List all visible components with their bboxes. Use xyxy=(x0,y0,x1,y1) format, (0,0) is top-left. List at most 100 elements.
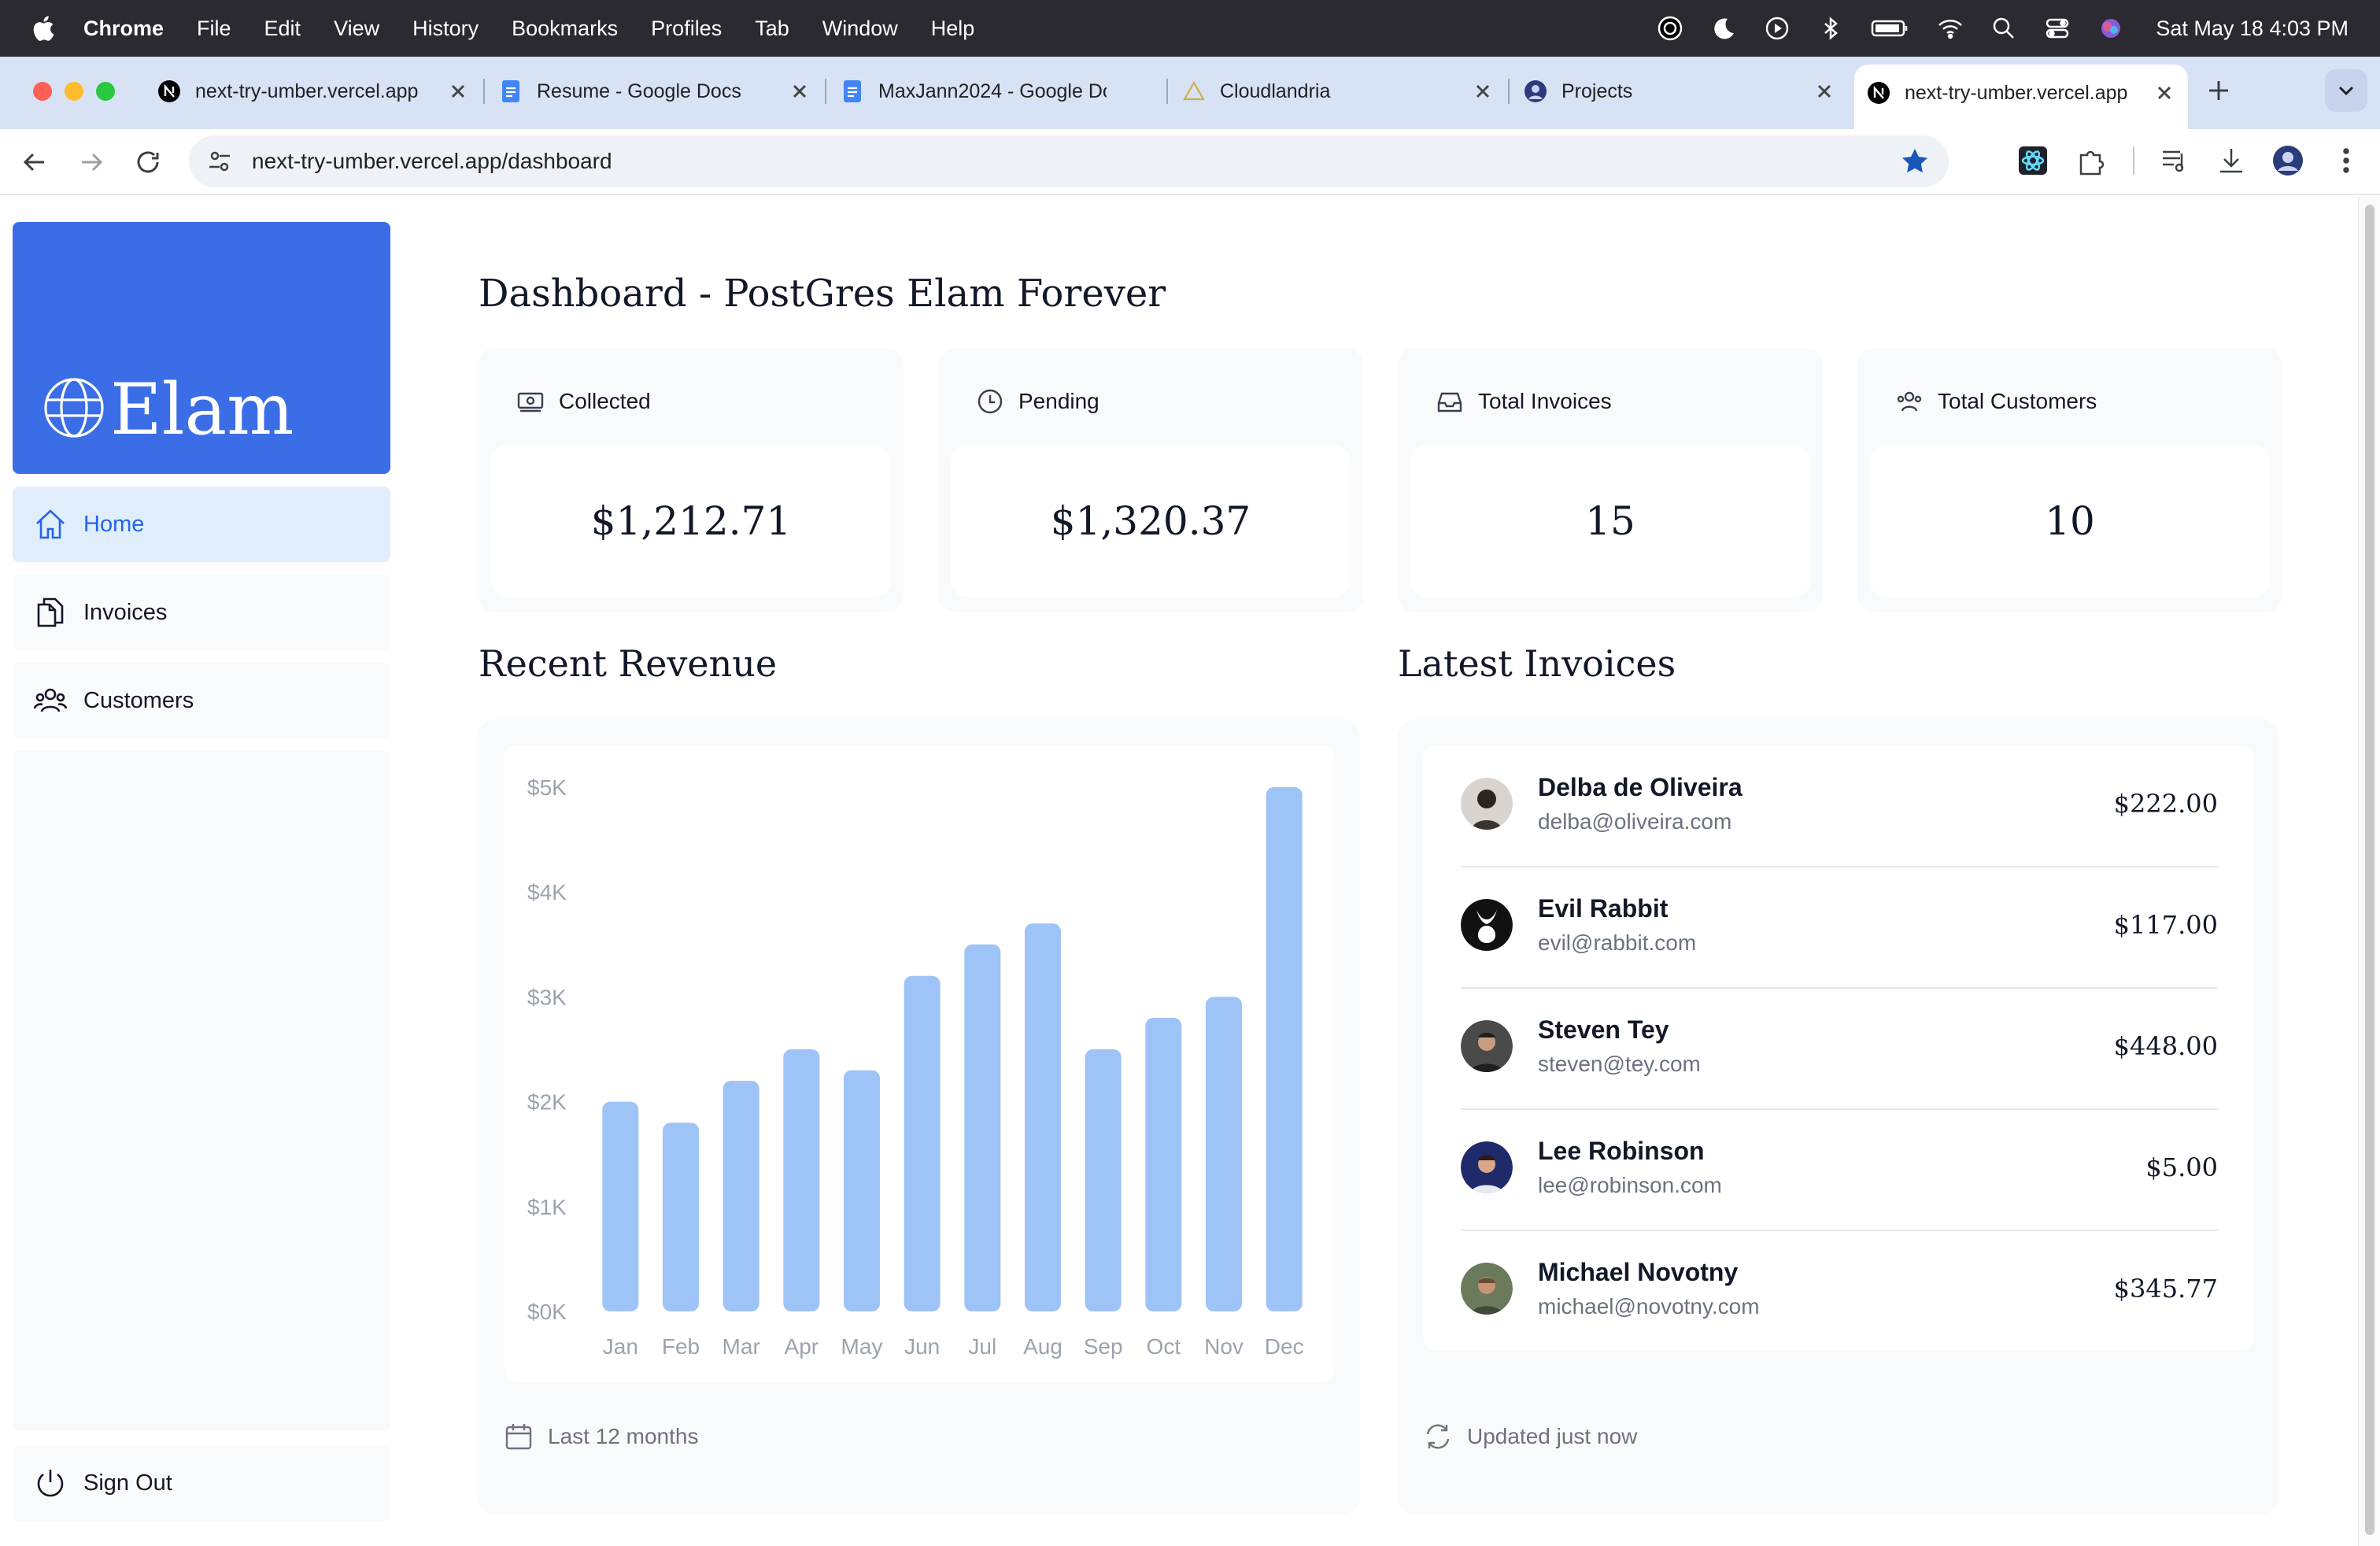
tab-search-button[interactable] xyxy=(2325,69,2367,112)
menu-window[interactable]: Window xyxy=(822,17,898,41)
tab-title: Projects xyxy=(1561,80,1633,102)
back-arrow-icon[interactable] xyxy=(19,146,50,178)
invoice-row[interactable]: Evil Rabbit evil@rabbit.com $117.00 xyxy=(1461,866,2218,987)
x-tick-label: Jul xyxy=(968,1334,996,1359)
menu-help[interactable]: Help xyxy=(931,17,975,41)
customer-name: Michael Novotny xyxy=(1538,1258,1739,1286)
react-devtools-icon[interactable] xyxy=(2016,144,2049,177)
revenue-bar-aug[interactable] xyxy=(1025,923,1061,1311)
window-close-button[interactable] xyxy=(33,82,52,101)
tab-close-icon[interactable] xyxy=(789,80,811,102)
brand-name: Elam xyxy=(110,368,294,451)
window-minimize-button[interactable] xyxy=(65,82,83,101)
menu-view[interactable]: View xyxy=(334,17,379,41)
media-queue-icon[interactable] xyxy=(2158,144,2191,177)
sidebar-item-customers[interactable]: Customers xyxy=(13,663,390,738)
revenue-bar-may[interactable] xyxy=(844,1070,880,1311)
revenue-bar-dec[interactable] xyxy=(1266,787,1303,1311)
battery-icon[interactable] xyxy=(1871,15,1910,42)
customer-name: Evil Rabbit xyxy=(1538,894,1669,923)
tab-resume-docs[interactable]: Resume - Google Docs xyxy=(499,68,811,115)
window-zoom-button[interactable] xyxy=(96,82,115,101)
revenue-bar-mar[interactable] xyxy=(722,1080,759,1311)
tab-close-icon[interactable] xyxy=(1813,80,1835,102)
tab-projects[interactable]: Projects xyxy=(1524,68,1835,115)
reload-icon[interactable] xyxy=(132,146,164,178)
address-url[interactable]: next-try-umber.vercel.app/dashboard xyxy=(252,149,612,174)
sign-out-button[interactable]: Sign Out xyxy=(13,1445,390,1521)
address-bar[interactable]: next-try-umber.vercel.app/dashboard xyxy=(189,135,1949,187)
menu-file[interactable]: File xyxy=(197,17,231,41)
sidebar-item-home[interactable]: Home xyxy=(13,486,390,562)
brand-logo[interactable]: Elam xyxy=(13,222,390,474)
download-icon[interactable] xyxy=(2215,144,2248,177)
menu-profiles[interactable]: Profiles xyxy=(651,17,722,41)
scrollbar-thumb[interactable] xyxy=(2365,205,2374,1535)
menu-edit[interactable]: Edit xyxy=(264,17,301,41)
forward-arrow-icon[interactable] xyxy=(76,146,107,178)
menu-tab[interactable]: Tab xyxy=(755,17,789,41)
home-icon xyxy=(36,509,65,539)
users-icon xyxy=(1897,391,1922,412)
bluetooth-icon[interactable] xyxy=(1817,15,1844,42)
invoices-footer-label: Updated just now xyxy=(1467,1424,1638,1448)
card-pending: Pending $1,320.37 xyxy=(938,348,1363,612)
play-icon[interactable] xyxy=(1764,15,1791,42)
revenue-bar-jul[interactable] xyxy=(964,944,1001,1311)
control-center-icon[interactable] xyxy=(2044,15,2071,42)
menubar-clock[interactable]: Sat May 18 4:03 PM xyxy=(2156,17,2349,41)
apple-icon[interactable] xyxy=(31,15,55,42)
revenue-bar-feb[interactable] xyxy=(663,1123,699,1311)
inbox-icon xyxy=(1437,392,1462,412)
menu-bookmarks[interactable]: Bookmarks xyxy=(512,17,618,41)
profile-avatar-icon[interactable] xyxy=(2271,144,2304,177)
site-info-icon[interactable] xyxy=(206,148,233,175)
customer-email: lee@robinson.com xyxy=(1538,1173,1722,1197)
revenue-bar-apr[interactable] xyxy=(783,1049,820,1311)
focus-app-icon[interactable] xyxy=(1657,15,1683,42)
invoice-row[interactable]: Lee Robinson lee@robinson.com $5.00 xyxy=(1461,1108,2218,1230)
tab-close-icon[interactable] xyxy=(447,80,469,102)
invoice-row[interactable]: Steven Tey steven@tey.com $448.00 xyxy=(1461,987,2218,1108)
menu-app-name[interactable]: Chrome xyxy=(83,17,164,41)
siri-icon[interactable] xyxy=(2097,15,2124,42)
menu-history[interactable]: History xyxy=(412,17,479,41)
kebab-menu-icon[interactable] xyxy=(2330,144,2363,177)
wifi-icon[interactable] xyxy=(1937,15,1964,42)
x-tick-label: Jun xyxy=(904,1334,940,1359)
row-divider xyxy=(1461,1230,2218,1231)
moon-icon[interactable] xyxy=(1710,15,1737,42)
invoice-amount: $448.00 xyxy=(2113,1031,2218,1061)
revenue-bar-sep[interactable] xyxy=(1085,1049,1122,1311)
customer-email: delba@oliveira.com xyxy=(1538,809,1732,834)
tab-next-try-active[interactable]: next-try-umber.vercel.app xyxy=(1854,65,2188,129)
revenue-bar-jun[interactable] xyxy=(904,975,941,1311)
tab-title: Cloudlandria xyxy=(1220,80,1331,102)
google-docs-icon xyxy=(502,80,519,102)
tab-close-icon[interactable] xyxy=(1472,80,1494,102)
extensions-puzzle-icon[interactable] xyxy=(2075,144,2108,177)
bookmark-star-icon[interactable] xyxy=(1900,146,1930,176)
revenue-bar-jan[interactable] xyxy=(602,1101,639,1311)
card-label: Pending xyxy=(1018,389,1099,413)
invoice-amount: $345.77 xyxy=(2113,1274,2218,1304)
row-divider xyxy=(1461,987,2218,989)
nextjs-icon xyxy=(158,80,180,102)
tab-title: Resume - Google Docs xyxy=(537,80,741,102)
revenue-bar-oct[interactable] xyxy=(1145,1018,1182,1311)
tab-next-try-1[interactable]: next-try-umber.vercel.app xyxy=(157,68,469,115)
tab-cloudlandria[interactable]: Cloudlandria xyxy=(1182,68,1494,115)
x-tick-label: Sep xyxy=(1084,1334,1123,1359)
tab-maxjann-docs[interactable]: MaxJann2024 - Google Docs xyxy=(841,68,1152,115)
card-label: Total Invoices xyxy=(1478,389,1612,413)
invoice-row[interactable]: Michael Novotny michael@novotny.com $345… xyxy=(1461,1230,2218,1351)
invoice-row[interactable]: Delba de Oliveira delba@oliveira.com $22… xyxy=(1461,745,2218,866)
tab-separator xyxy=(1166,79,1168,104)
page-scrollbar[interactable] xyxy=(2358,197,2380,1546)
sidebar-item-invoices[interactable]: Invoices xyxy=(13,575,390,650)
revenue-bar-nov[interactable] xyxy=(1206,997,1242,1311)
revenue-footer-label: Last 12 months xyxy=(548,1424,699,1448)
tab-close-icon[interactable] xyxy=(2153,82,2175,104)
spotlight-search-icon[interactable] xyxy=(1990,15,2017,42)
new-tab-plus-icon[interactable] xyxy=(2205,77,2232,104)
